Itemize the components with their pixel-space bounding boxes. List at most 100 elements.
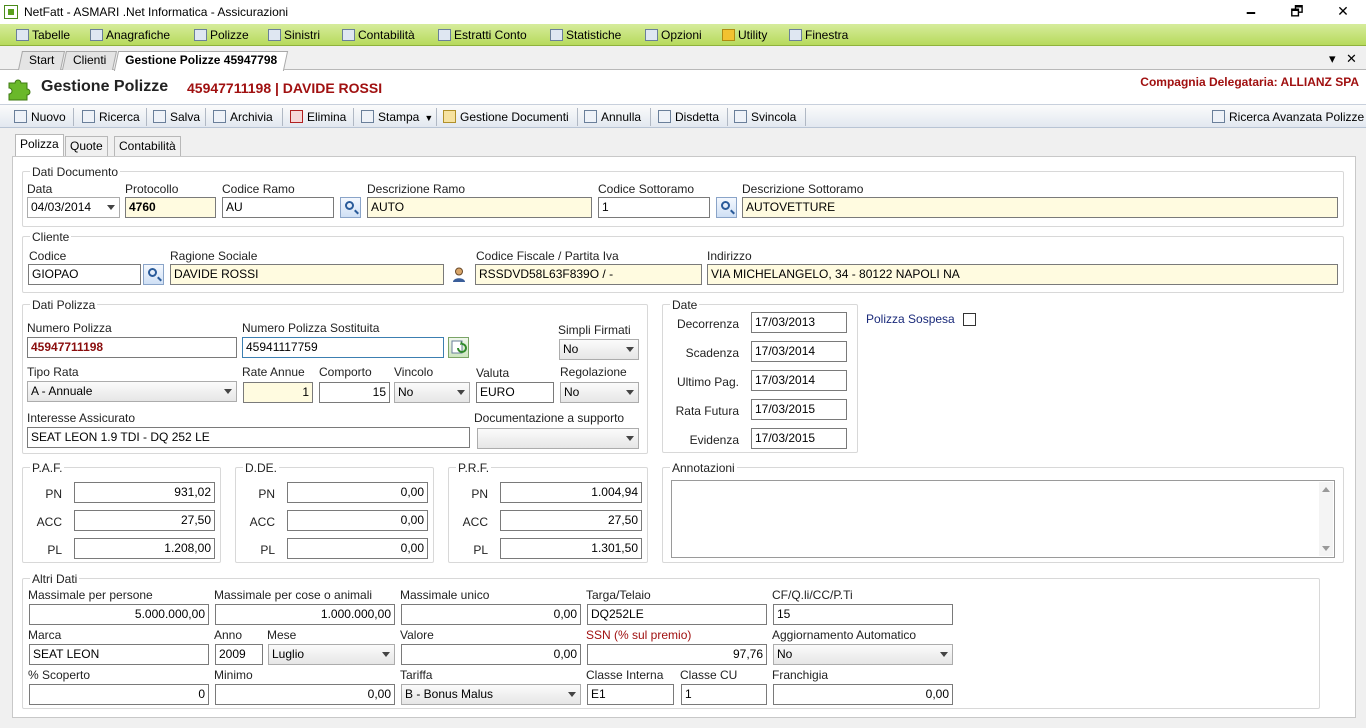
valore-field[interactable]: 0,00 xyxy=(401,644,581,665)
dde-pn-field[interactable]: 0,00 xyxy=(287,482,428,503)
descrizione-sottoramo-field[interactable]: AUTOVETTURE xyxy=(742,197,1338,218)
protocollo-field[interactable]: 4760 xyxy=(125,197,216,218)
tab-gestione-polizze[interactable]: Gestione Polizze 45947798 xyxy=(113,51,289,71)
dde-acc-field[interactable]: 0,00 xyxy=(287,510,428,531)
ricerca-avanzata-button[interactable]: Ricerca Avanzata Polizze xyxy=(1212,109,1364,125)
prf-acc-field[interactable]: 27,50 xyxy=(500,510,642,531)
scoperto-field[interactable]: 0 xyxy=(29,684,209,705)
indirizzo-field[interactable]: VIA MICHELANGELO, 34 - 80122 NAPOLI NA xyxy=(707,264,1338,285)
stampa-button[interactable]: Stampa ▼ xyxy=(361,109,433,125)
polizza-sospesa-checkbox[interactable] xyxy=(963,313,976,326)
massimale-cose-field[interactable]: 1.000.000,00 xyxy=(215,604,395,625)
tariffa-select[interactable]: B - Bonus Malus xyxy=(401,684,581,705)
menu-tabelle[interactable]: Tabelle xyxy=(16,27,70,43)
cf-qli-field[interactable]: 15 xyxy=(773,604,953,625)
tab-polizza[interactable]: Polizza xyxy=(15,134,64,156)
regolazione-select[interactable]: No xyxy=(560,382,639,403)
tab-quote[interactable]: Quote xyxy=(65,136,108,156)
minimo-field[interactable]: 0,00 xyxy=(215,684,395,705)
menu-anagrafiche[interactable]: Anagrafiche xyxy=(90,27,170,43)
data-date-picker[interactable]: 04/03/2014 xyxy=(27,197,120,218)
scadenza-field[interactable]: 17/03/2014 xyxy=(751,341,847,362)
tab-start[interactable]: Start xyxy=(17,51,66,70)
massimale-unico-field[interactable]: 0,00 xyxy=(401,604,581,625)
codice-cliente-field[interactable]: GIOPAO xyxy=(28,264,141,285)
dde-pl-field[interactable]: 0,00 xyxy=(287,538,428,559)
menu-utility[interactable]: Utility xyxy=(722,27,767,43)
massimale-persone-field[interactable]: 5.000.000,00 xyxy=(29,604,209,625)
decorrenza-label: Decorrenza xyxy=(676,317,739,331)
menu-sinistri[interactable]: Sinistri xyxy=(268,27,320,43)
menu-label: Contabilità xyxy=(358,28,415,42)
marca-field[interactable]: SEAT LEON xyxy=(29,644,209,665)
tabs-dropdown-icon[interactable]: ▾ xyxy=(1329,51,1336,67)
annulla-button[interactable]: Annulla xyxy=(584,109,641,125)
decorrenza-field[interactable]: 17/03/2013 xyxy=(751,312,847,333)
codice-fiscale-field[interactable]: RSSDVD58L63F839O / - xyxy=(475,264,702,285)
classe-cu-field[interactable]: 1 xyxy=(681,684,767,705)
descrizione-ramo-field[interactable]: AUTO xyxy=(367,197,592,218)
maximize-button[interactable]: 🗗 xyxy=(1274,0,1320,24)
rate-annue-field[interactable]: 1 xyxy=(243,382,313,403)
ultimo-pag-field[interactable]: 17/03/2014 xyxy=(751,370,847,391)
menu-contabilita[interactable]: Contabilità xyxy=(342,27,415,43)
mese-select[interactable]: Luglio xyxy=(268,644,395,665)
annotazioni-textarea[interactable] xyxy=(671,480,1335,558)
ragione-sociale-field[interactable]: DAVIDE ROSSI xyxy=(170,264,444,285)
user-icon[interactable] xyxy=(452,267,466,282)
nuovo-button[interactable]: Nuovo xyxy=(14,109,66,125)
targa-field[interactable]: DQ252LE xyxy=(587,604,767,625)
franchigia-field[interactable]: 0,00 xyxy=(773,684,953,705)
archivia-button[interactable]: Archivia xyxy=(213,109,273,125)
refresh-button[interactable] xyxy=(448,337,469,358)
prf-pl-field[interactable]: 1.301,50 xyxy=(500,538,642,559)
chevron-down-icon xyxy=(626,436,634,441)
vincolo-label: Vincolo xyxy=(394,365,434,379)
search-ramo-button[interactable] xyxy=(340,197,361,218)
anno-field[interactable]: 2009 xyxy=(215,644,263,665)
codice-ramo-field[interactable]: AU xyxy=(222,197,334,218)
comporto-field[interactable]: 15 xyxy=(319,382,390,403)
disdetta-button[interactable]: Disdetta xyxy=(658,109,719,125)
close-tab-icon[interactable]: ✕ xyxy=(1346,51,1357,67)
scroll-up-icon[interactable] xyxy=(1322,487,1330,492)
minimize-button[interactable]: 🗕 xyxy=(1228,0,1274,24)
codice-sottoramo-field[interactable]: 1 xyxy=(598,197,710,218)
paf-pl-field[interactable]: 1.208,00 xyxy=(74,538,215,559)
ricerca-button[interactable]: Ricerca xyxy=(82,109,140,125)
polizza-sostituita-field[interactable]: 45941117759 xyxy=(242,337,444,358)
svincola-button[interactable]: Svincola xyxy=(734,109,796,125)
ssn-field[interactable]: 97,76 xyxy=(587,644,767,665)
aggiornamento-select[interactable]: No xyxy=(773,644,953,665)
menu-statistiche[interactable]: Statistiche xyxy=(550,27,621,43)
valuta-field[interactable]: EURO xyxy=(476,382,554,403)
paf-pn-field[interactable]: 931,02 xyxy=(74,482,215,503)
annotazioni-scrollbar[interactable] xyxy=(1319,482,1333,556)
menu-finestra[interactable]: Finestra xyxy=(789,27,848,43)
salva-button[interactable]: Salva xyxy=(153,109,200,125)
search-cliente-button[interactable] xyxy=(143,264,164,285)
menu-polizze[interactable]: Polizze xyxy=(194,27,249,43)
tab-contabilita[interactable]: Contabilità xyxy=(114,136,181,156)
close-window-button[interactable]: ✕ xyxy=(1320,0,1366,24)
interesse-assicurato-field[interactable]: SEAT LEON 1.9 TDI - DQ 252 LE xyxy=(27,427,470,448)
search-sottoramo-button[interactable] xyxy=(716,197,737,218)
rata-futura-field[interactable]: 17/03/2015 xyxy=(751,399,847,420)
tipo-rata-select[interactable]: A - Annuale xyxy=(27,381,237,402)
evidenza-field[interactable]: 17/03/2015 xyxy=(751,428,847,449)
documentazione-label: Documentazione a supporto xyxy=(474,411,625,425)
menu-estratti-conto[interactable]: Estratti Conto xyxy=(438,27,527,43)
gestione-documenti-button[interactable]: Gestione Documenti xyxy=(443,109,569,125)
menu-opzioni[interactable]: Opzioni xyxy=(645,27,702,43)
simpli-firmati-select[interactable]: No xyxy=(559,339,639,360)
classe-interna-field[interactable]: E1 xyxy=(587,684,674,705)
scroll-down-icon[interactable] xyxy=(1322,546,1330,551)
vincolo-select[interactable]: No xyxy=(394,382,470,403)
numero-polizza-field[interactable]: 45947711198 xyxy=(27,337,237,358)
paf-acc-field[interactable]: 27,50 xyxy=(74,510,215,531)
documentazione-select[interactable] xyxy=(477,428,639,449)
tab-clienti[interactable]: Clienti xyxy=(61,51,118,70)
prf-pn-field[interactable]: 1.004,94 xyxy=(500,482,642,503)
tab-label: Gestione Polizze 45947798 xyxy=(125,53,278,67)
elimina-button[interactable]: Elimina xyxy=(290,109,346,125)
